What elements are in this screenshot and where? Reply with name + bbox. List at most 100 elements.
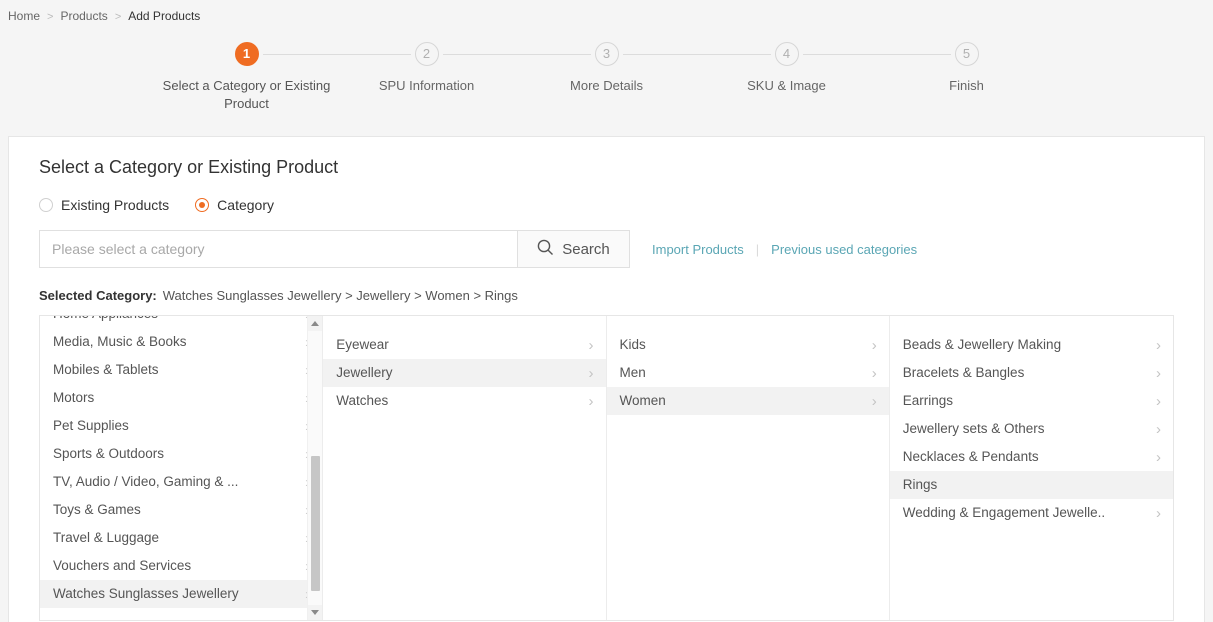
- search-button[interactable]: Search: [517, 231, 629, 267]
- step-5[interactable]: 5 Finish: [877, 42, 1057, 113]
- scrollbar-thumb[interactable]: [311, 456, 321, 591]
- category-item[interactable]: Earrings ›: [890, 387, 1173, 415]
- step-number-badge: 2: [414, 42, 439, 66]
- step-connector-line: [622, 54, 771, 55]
- category-item-label: Vouchers and Services: [53, 558, 192, 573]
- selected-category-path: Watches Sunglasses Jewellery > Jewellery…: [162, 288, 518, 303]
- category-item-label: Watches Sunglasses Jewellery: [53, 586, 239, 601]
- category-item-label: Beads & Jewellery Making: [902, 337, 1062, 352]
- category-list: Eyewear › Jewellery › Watches ›: [323, 316, 606, 415]
- category-item[interactable]: Bracelets & Bangles ›: [890, 359, 1173, 387]
- category-item-label: Jewellery sets & Others: [902, 421, 1045, 436]
- category-item-label: Media, Music & Books: [53, 334, 187, 349]
- category-column-4: Beads & Jewellery Making › Bracelets & Ban…: [889, 316, 1173, 620]
- step-label: SPU Information: [378, 78, 475, 93]
- category-list: Home Appliances›Media, Music & Books›Mob…: [40, 316, 323, 608]
- category-item[interactable]: Mobiles & Tablets›: [40, 356, 322, 384]
- link-divider: |: [755, 241, 760, 257]
- category-item[interactable]: Toys & Games›: [40, 496, 322, 524]
- chevron-right-icon: ›: [1156, 392, 1161, 410]
- search-row: Search Import Products | Previous used c…: [39, 230, 1174, 268]
- category-item-label: Home Appliances: [53, 316, 158, 328]
- category-column-1: Home Appliances›Media, Music & Books›Mob…: [40, 316, 324, 620]
- category-item[interactable]: TV, Audio / Video, Gaming & ...›: [40, 468, 322, 496]
- category-item-label: Mobiles & Tablets: [53, 362, 159, 377]
- vertical-scrollbar[interactable]: [307, 316, 323, 620]
- search-icon: [537, 239, 554, 260]
- page-title: Select a Category or Existing Product: [39, 157, 339, 177]
- step-3[interactable]: 3 More Details: [517, 42, 771, 113]
- quick-links: Import Products | Previous used categori…: [652, 242, 917, 257]
- breadcrumb-item-products[interactable]: Products: [60, 9, 107, 23]
- category-item[interactable]: Sports & Outdoors›: [40, 440, 322, 468]
- chevron-right-icon: ›: [1156, 364, 1161, 382]
- import-products-link[interactable]: Import Products: [652, 242, 744, 257]
- category-item[interactable]: Watches ›: [323, 387, 605, 415]
- category-item[interactable]: Motors›: [40, 384, 322, 412]
- category-column-3: Kids › Men › Women ›: [606, 316, 890, 620]
- chevron-right-icon: ›: [871, 336, 877, 354]
- category-search-box: Search: [39, 230, 630, 268]
- step-connector-line: [442, 54, 591, 55]
- scroll-up-arrow-icon[interactable]: [308, 316, 323, 331]
- chevron-right-icon: ›: [1156, 336, 1161, 354]
- progress-stepper: 1 Select a Category or Existing Product 2 S…: [0, 32, 1213, 136]
- chevron-right-icon: ›: [588, 392, 594, 410]
- source-type-radio-group: Existing Products Category: [39, 197, 1174, 213]
- step-label: More Details: [570, 78, 643, 93]
- step-4[interactable]: 4 SKU & Image: [697, 42, 951, 113]
- category-list: Beads & Jewellery Making › Bracelets & Ban…: [889, 316, 1173, 527]
- category-item[interactable]: Home Appliances›: [40, 316, 322, 328]
- step-connector-line: [262, 54, 411, 55]
- category-item-label: Sports & Outdoors: [53, 446, 165, 461]
- breadcrumb-item-home[interactable]: Home: [8, 9, 40, 23]
- category-item[interactable]: Travel & Luggage›: [40, 524, 322, 552]
- chevron-right-icon: ›: [871, 392, 877, 410]
- radio-label: Category: [217, 197, 274, 213]
- category-item-label: Men: [619, 365, 646, 380]
- category-item[interactable]: Eyewear ›: [323, 331, 605, 359]
- category-item[interactable]: Women ›: [606, 387, 889, 415]
- category-browser: Home Appliances›Media, Music & Books›Mob…: [39, 315, 1174, 621]
- previous-used-categories-link[interactable]: Previous used categories: [771, 242, 917, 257]
- step-1[interactable]: 1 Select a Category or Existing Product: [157, 42, 411, 113]
- step-connector-line: [802, 54, 951, 55]
- search-input[interactable]: [40, 231, 517, 267]
- category-item-label: Travel & Luggage: [53, 530, 160, 545]
- breadcrumb-separator: >: [114, 11, 122, 23]
- category-item[interactable]: Wedding & Engagement Jewelle.. ›: [890, 499, 1173, 527]
- category-item[interactable]: Rings: [889, 471, 1173, 499]
- category-item[interactable]: Media, Music & Books›: [40, 328, 322, 356]
- selected-category-label: Selected Category:: [39, 288, 157, 303]
- selected-category-row: Selected Category: Watches Sunglasses Jew…: [39, 288, 1174, 303]
- category-item[interactable]: Vouchers and Services›: [40, 552, 322, 580]
- category-item[interactable]: Pet Supplies›: [40, 412, 322, 440]
- radio-existing-products[interactable]: Existing Products: [39, 197, 169, 213]
- breadcrumb-item-add-products: Add Products: [128, 9, 201, 23]
- category-item[interactable]: Beads & Jewellery Making ›: [890, 331, 1173, 359]
- category-item-label: Necklaces & Pendants: [902, 449, 1039, 464]
- category-item-label: Watches: [336, 393, 389, 408]
- category-item[interactable]: Kids ›: [607, 331, 889, 359]
- category-item-label: Earrings: [902, 393, 954, 408]
- step-number-badge: 3: [594, 42, 619, 66]
- category-item-label: TV, Audio / Video, Gaming & ...: [53, 474, 239, 489]
- scroll-down-arrow-icon[interactable]: [308, 605, 323, 620]
- step-2[interactable]: 2 SPU Information: [337, 42, 591, 113]
- category-item[interactable]: Jewellery ›: [323, 359, 606, 387]
- category-item-label: Rings: [902, 477, 938, 492]
- chevron-right-icon: ›: [588, 364, 594, 382]
- step-number-badge: 5: [954, 42, 979, 66]
- category-item[interactable]: Men ›: [607, 359, 889, 387]
- category-item[interactable]: Watches Sunglasses Jewellery›: [40, 580, 323, 608]
- category-item[interactable]: Jewellery sets & Others ›: [890, 415, 1173, 443]
- step-label: Finish: [949, 78, 984, 93]
- step-label: Select a Category or Existing Product: [162, 78, 331, 111]
- chevron-right-icon: ›: [1156, 448, 1161, 466]
- category-item[interactable]: Necklaces & Pendants ›: [890, 443, 1173, 471]
- chevron-right-icon: ›: [1156, 420, 1161, 438]
- main-content-card: Select a Category or Existing Product Ex…: [8, 136, 1205, 622]
- category-item-label: Motors: [53, 390, 95, 405]
- chevron-right-icon: ›: [871, 364, 877, 382]
- radio-category[interactable]: Category: [195, 197, 274, 213]
